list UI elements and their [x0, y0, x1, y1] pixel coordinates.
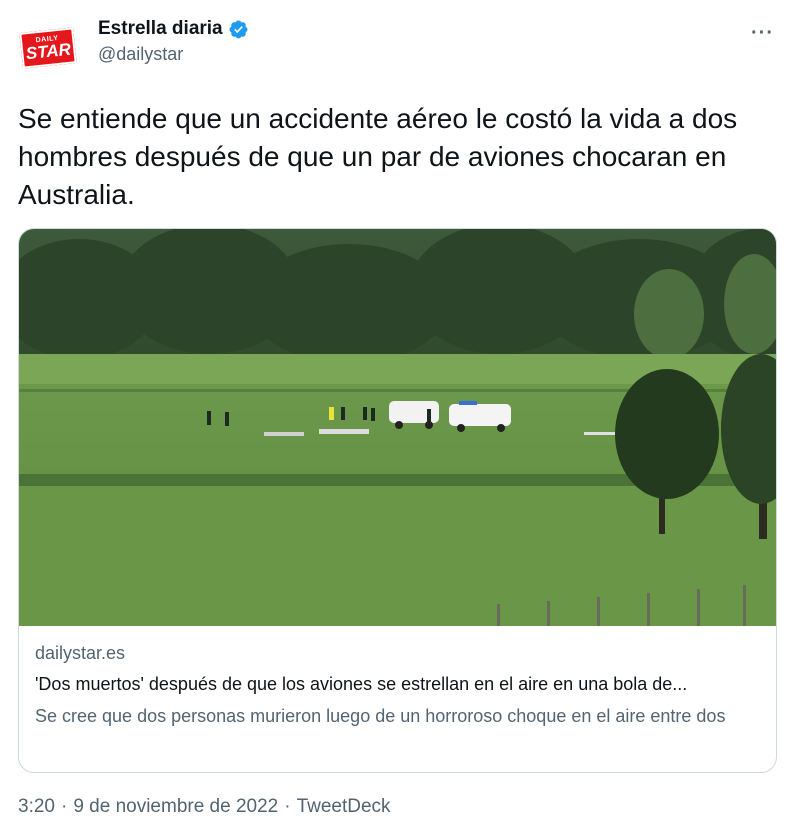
separator: ·: [60, 796, 68, 817]
tweet-header: DAILY STAR Estrella diaria @dailystar ··…: [18, 14, 782, 78]
tweet-text: Se entiende que un accidente aéreo le co…: [18, 103, 738, 210]
account-names: Estrella diaria @dailystar: [98, 18, 249, 65]
daily-star-logo: DAILY STAR: [19, 27, 77, 69]
tweet-time[interactable]: 3:20: [18, 796, 55, 818]
card-domain[interactable]: dailystar.es: [35, 643, 765, 664]
card-meta: dailystar.es 'Dos muertos' después de qu…: [35, 643, 765, 729]
display-name[interactable]: Estrella diaria: [98, 18, 223, 40]
tweet-source[interactable]: TweetDeck: [297, 796, 391, 818]
more-options-icon[interactable]: ···: [751, 22, 774, 45]
logo-big-text: STAR: [24, 39, 72, 64]
tweet-timestamp: 3:20 · 9 de noviembre de 2022 · TweetDec…: [18, 796, 391, 818]
avatar[interactable]: DAILY STAR: [18, 18, 78, 78]
separator: ·: [284, 796, 291, 817]
link-card[interactable]: dailystar.es 'Dos muertos' después de qu…: [18, 228, 777, 773]
crash-site-photo[interactable]: [19, 229, 776, 626]
verified-badge-icon: [229, 20, 248, 38]
display-name-row[interactable]: Estrella diaria: [98, 18, 249, 40]
handle[interactable]: @dailystar: [98, 44, 249, 65]
card-description[interactable]: Se cree que dos personas murieron luego …: [35, 703, 765, 729]
tweet-date[interactable]: 9 de noviembre de 2022: [73, 796, 278, 818]
card-title[interactable]: 'Dos muertos' después de que los aviones…: [35, 674, 765, 695]
